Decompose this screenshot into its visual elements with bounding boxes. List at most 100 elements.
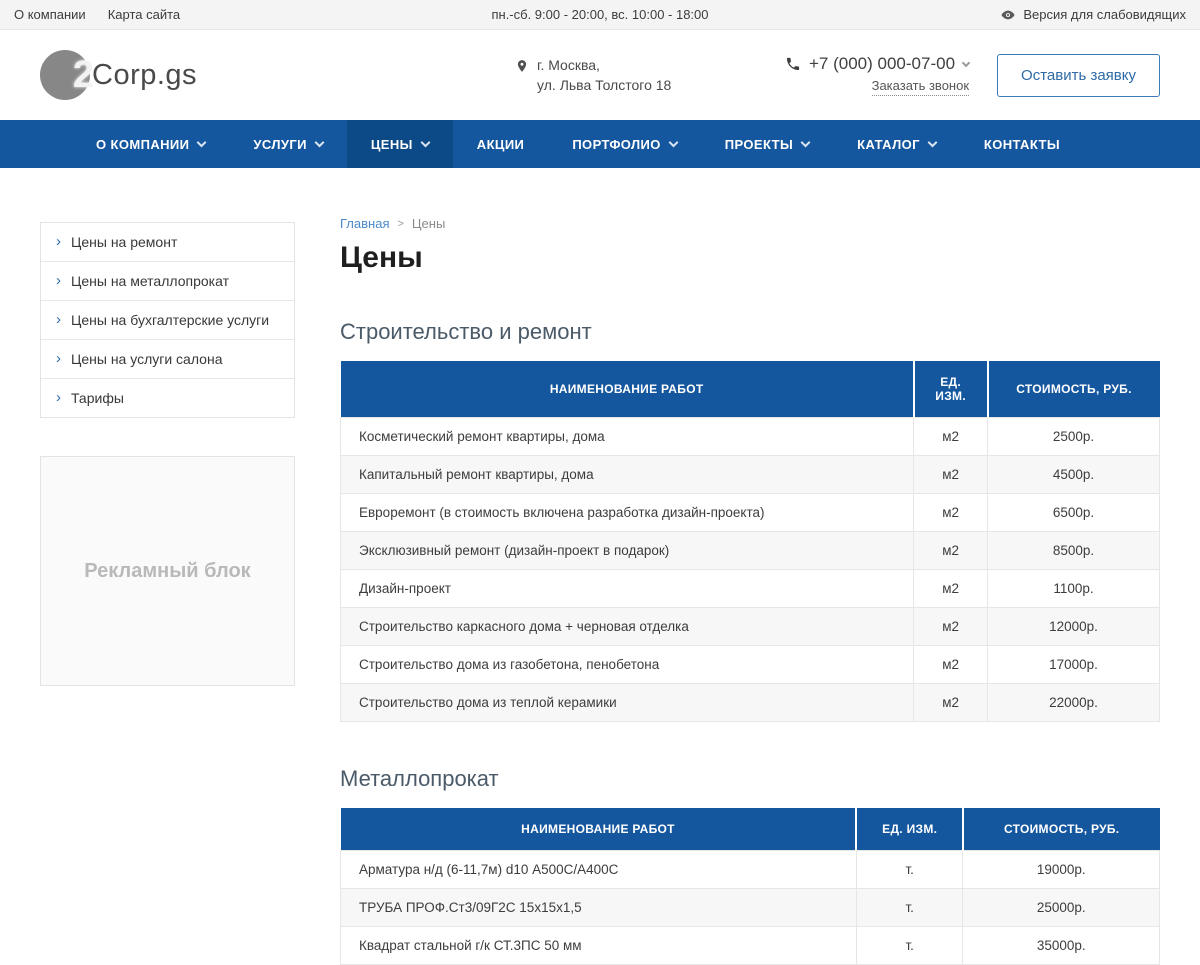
sidebar-item-tseny-na-uslugi-salona[interactable]: › Цены на услуги салона [41,340,294,379]
nav-item-aktsii[interactable]: АКЦИИ [453,120,549,168]
content: ›Цены на ремонт›Цены на металлопрокат›Це… [0,168,1200,965]
nav-item-label: УСЛУГИ [253,137,306,152]
table-row: Капитальный ремонт квартиры, домам24500р… [341,456,1160,494]
table-header-cell: ЕД. ИЗМ. [856,808,962,851]
sidebar-item-tseny-na-buhgalterskie-uslugi[interactable]: › Цены на бухгалтерские услуги [41,301,294,340]
chevron-right-icon: › [56,234,61,249]
price-table: НАИМЕНОВАНИЕ РАБОТЕД. ИЗМ.СТОИМОСТЬ, РУБ… [340,361,1160,722]
nav-item-label: ПРОЕКТЫ [725,137,793,152]
work-name-cell: ТРУБА ПРОФ.Ст3/09Г2С 15х15х1,5 [341,889,857,927]
chevron-right-icon: › [56,312,61,327]
work-name-cell: Евроремонт (в стоимость включена разрабо… [341,494,914,532]
nav-item-label: АКЦИИ [477,137,525,152]
nav-item-kontakty[interactable]: КОНТАКТЫ [960,120,1084,168]
sidebar-item-tarify[interactable]: ›Тарифы [41,379,294,417]
table-header-cell: ЕД. ИЗМ. [914,361,988,418]
location-pin-icon [515,55,529,80]
topbar: пн.-сб. 9:00 - 20:00, вс. 10:00 - 18:00 … [0,0,1200,30]
price-cell: 2500р. [988,418,1160,456]
sidebar-item-tseny-na-metalloprokat[interactable]: › Цены на металлопрокат [41,262,294,301]
header-address: г. Москва, ул. Льва Толстого 18 [515,55,671,96]
chevron-down-icon [197,137,207,147]
work-name-cell: Эксклюзивный ремонт (дизайн-проект в под… [341,532,914,570]
chevron-right-icon: › [56,351,61,366]
address-line2: ул. Льва Толстого 18 [537,77,671,93]
phone-icon [785,56,801,72]
price-cell: 8500р. [988,532,1160,570]
table-header: НАИМЕНОВАНИЕ РАБОТЕД. ИЗМ.СТОИМОСТЬ, РУБ… [341,808,1160,851]
sidebar-item-label: Тарифы [71,390,124,406]
chevron-down-icon[interactable] [962,58,970,66]
unit-cell: м2 [914,456,988,494]
table-row: Строительство каркасного дома + черновая… [341,608,1160,646]
nav-item-proekty[interactable]: ПРОЕКТЫ [701,120,833,168]
phone-number[interactable]: +7 (000) 000-07-00 [809,54,955,74]
main-nav: О КОМПАНИИ УСЛУГИ ЦЕНЫ АКЦИИ ПОРТФОЛИО ПРОЕКТ… [0,120,1200,168]
work-name-cell: Косметический ремонт квартиры, дома [341,418,914,456]
sidebar-item-label: Цены на металлопрокат [71,273,229,289]
sidebar-item-label: Цены на бухгалтерские услуги [71,312,269,328]
nav-item-tseny[interactable]: ЦЕНЫ [347,120,453,168]
work-name-cell: Арматура н/д (6-11,7м) d10 А500С/А400С [341,851,857,889]
breadcrumb-current: Цены [412,216,445,231]
site-header: 2 Corp.gs г. Москва, ул. Льва Толстого 1… [0,30,1200,120]
nav-item-portfolio[interactable]: ПОРТФОЛИО [548,120,700,168]
page-title: Цены [340,241,1160,275]
table-header-cell: СТОИМОСТЬ, РУБ. [988,361,1160,418]
price-section-0: Строительство и ремонт НАИМЕНОВАНИЕ РАБОТ… [340,319,1160,722]
nav-item-label: КАТАЛОГ [857,137,920,152]
nav-item-uslugi[interactable]: УСЛУГИ [229,120,346,168]
price-cell: 19000р. [963,851,1160,889]
table-header-cell: НАИМЕНОВАНИЕ РАБОТ [341,808,857,851]
topbar-links: О компании Карта сайта [14,7,180,22]
breadcrumb: Главная > Цены [340,216,1160,231]
price-cell: 25000р. [963,889,1160,927]
table-row: ТРУБА ПРОФ.Ст3/09Г2С 15х15х1,5т.25000р. [341,889,1160,927]
price-cell: 12000р. [988,608,1160,646]
chevron-right-icon: › [56,273,61,288]
leave-request-button[interactable]: Оставить заявку [997,54,1160,97]
sidebar-item-label: Цены на услуги салона [71,351,222,367]
breadcrumb-home-link[interactable]: Главная [340,216,389,231]
table-row: Евроремонт (в стоимость включена разрабо… [341,494,1160,532]
price-cell: 35000р. [963,927,1160,965]
table-header-row: НАИМЕНОВАНИЕ РАБОТЕД. ИЗМ.СТОИМОСТЬ, РУБ… [341,361,1160,418]
sidebar-item-tseny-na-remont[interactable]: ›Цены на ремонт [41,223,294,262]
table-row: Квадрат стальной г/к СТ.3ПС 50 ммт.35000… [341,927,1160,965]
nav-item-katalog[interactable]: КАТАЛОГ [833,120,960,168]
chevron-down-icon [801,137,811,147]
table-header-row: НАИМЕНОВАНИЕ РАБОТЕД. ИЗМ.СТОИМОСТЬ, РУБ… [341,808,1160,851]
work-name-cell: Строительство дома из теплой керамики [341,684,914,722]
unit-cell: м2 [914,608,988,646]
ad-block-label: Рекламный блок [84,560,250,583]
price-cell: 6500р. [988,494,1160,532]
nav-item-label: КОНТАКТЫ [984,137,1060,152]
table-row: Строительство дома из газобетона, пенобе… [341,646,1160,684]
work-name-cell: Квадрат стальной г/к СТ.3ПС 50 мм [341,927,857,965]
unit-cell: м2 [914,570,988,608]
unit-cell: м2 [914,684,988,722]
chevron-down-icon [668,137,678,147]
ad-block: Рекламный блок [40,456,295,686]
topbar-link-about[interactable]: О компании [14,7,86,22]
work-name-cell: Строительство дома из газобетона, пенобе… [341,646,914,684]
logo[interactable]: 2 Corp.gs [40,50,197,100]
unit-cell: т. [856,889,962,927]
nav-item-label: ПОРТФОЛИО [572,137,660,152]
logo-numeral: 2 [73,52,94,98]
section-heading: Строительство и ремонт [340,319,1160,345]
sections-container: Строительство и ремонт НАИМЕНОВАНИЕ РАБОТ… [340,319,1160,965]
callback-link[interactable]: Заказать звонок [872,78,969,96]
nav-item-o-kompanii[interactable]: О КОМПАНИИ [72,120,229,168]
logo-circle-icon: 2 [40,50,90,100]
section-heading: Металлопрокат [340,766,1160,792]
topbar-link-sitemap[interactable]: Карта сайта [108,7,180,22]
price-cell: 22000р. [988,684,1160,722]
accessibility-label: Версия для слабовидящих [1023,7,1186,22]
phone-block: +7 (000) 000-07-00 Заказать звонок [785,54,969,96]
main-content: Главная > Цены Цены Строительство и ремо… [340,216,1160,965]
work-name-cell: Капитальный ремонт квартиры, дома [341,456,914,494]
table-row: Косметический ремонт квартиры, домам2250… [341,418,1160,456]
header-right: +7 (000) 000-07-00 Заказать звонок Остав… [785,54,1160,97]
accessibility-version-link[interactable]: Версия для слабовидящих [990,7,1186,23]
